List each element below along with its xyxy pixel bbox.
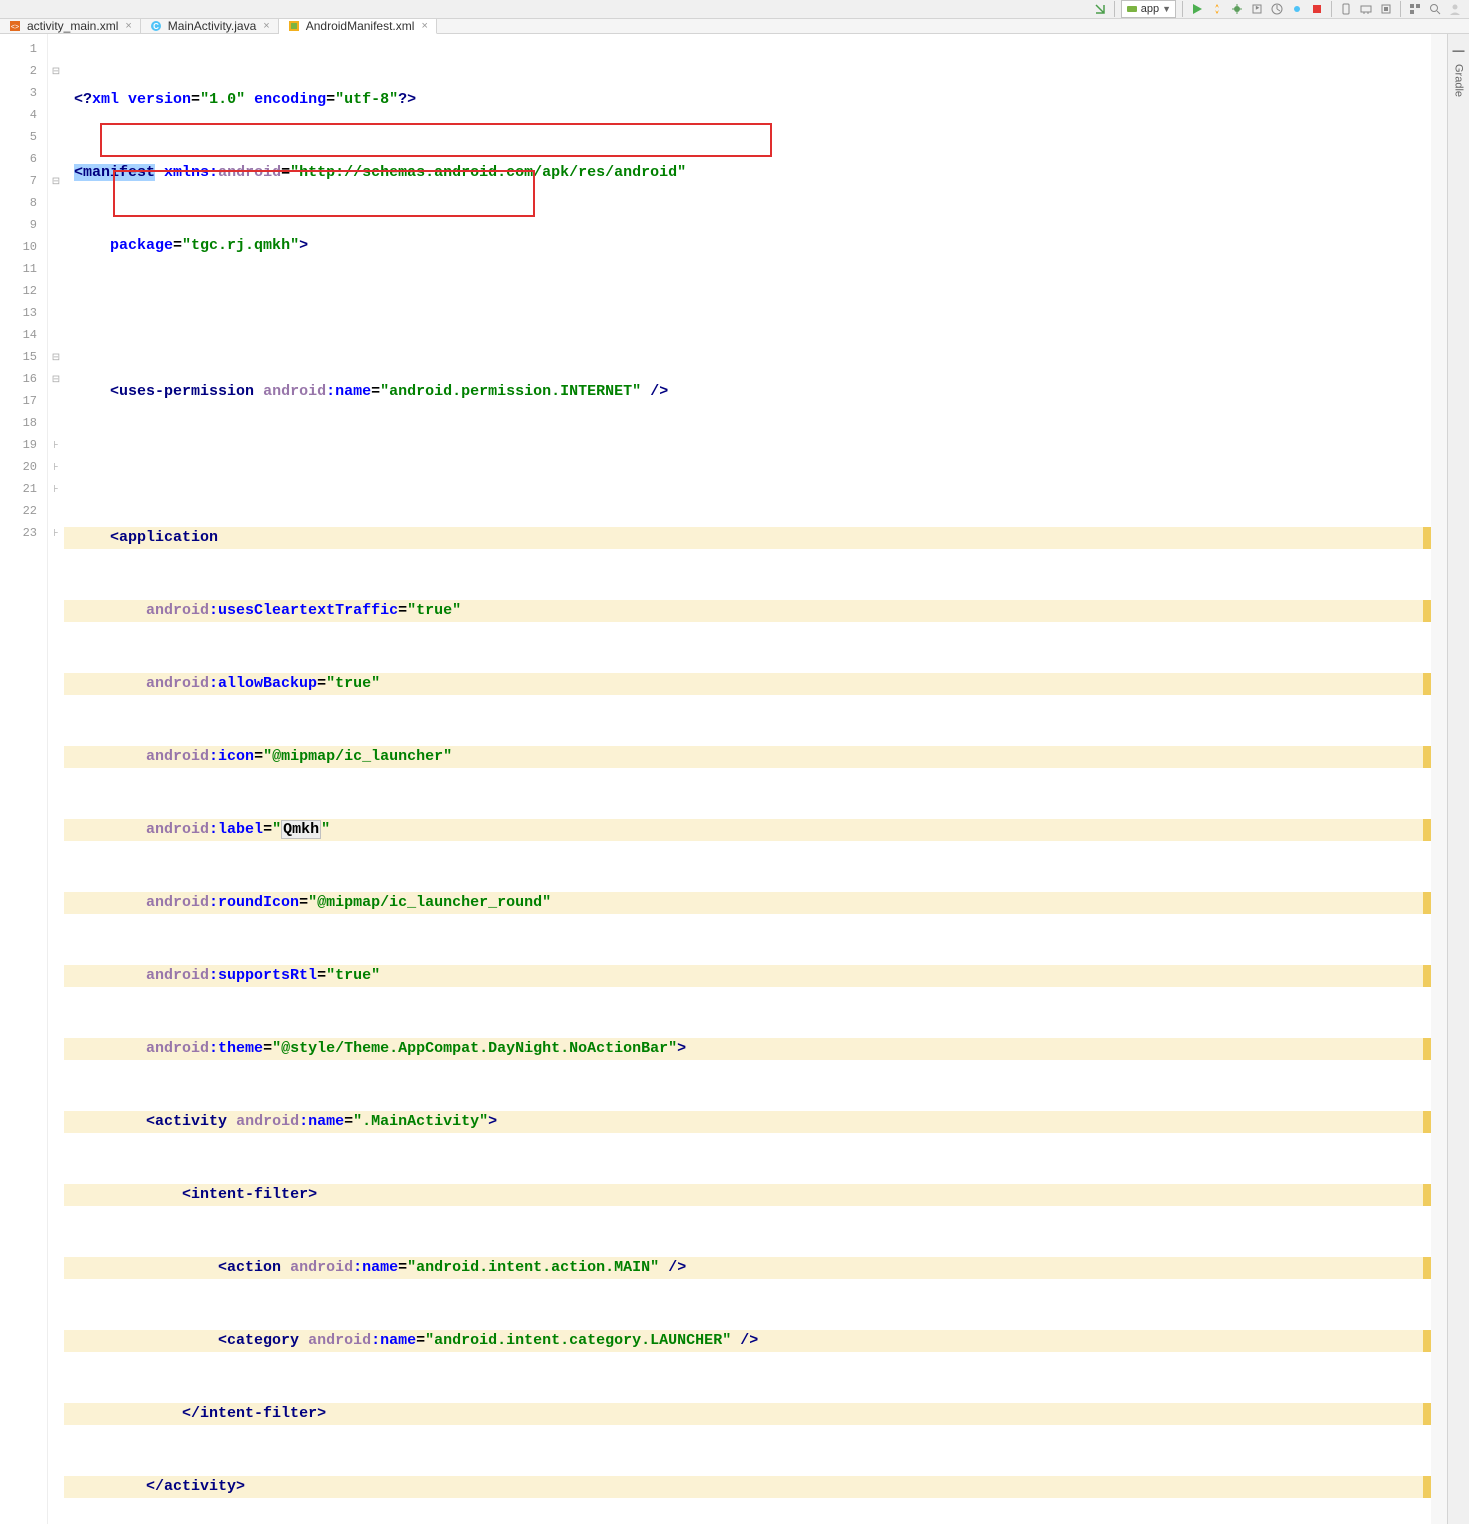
line-number: 23 xyxy=(0,522,47,544)
line-number: 22 xyxy=(0,500,47,522)
chevron-down-icon: ▼ xyxy=(1162,4,1171,14)
sync-icon[interactable] xyxy=(1092,1,1108,17)
apply-changes-icon[interactable] xyxy=(1209,1,1225,17)
fold-gutter: ⊟ ⊟ ⊟ ⊟ ⊦ ⊦ ⊦ ⊦ xyxy=(48,34,64,1524)
run-icon[interactable] xyxy=(1189,1,1205,17)
user-icon[interactable] xyxy=(1447,1,1463,17)
line-number: 2 xyxy=(0,60,47,82)
editor-minimap[interactable] xyxy=(1431,34,1447,1524)
java-file-icon: C xyxy=(149,19,163,33)
code-line: <intent-filter> xyxy=(64,1184,1431,1206)
debug-icon[interactable] xyxy=(1229,1,1245,17)
profile-icon[interactable] xyxy=(1269,1,1285,17)
code-line xyxy=(64,454,1431,476)
code-line: <manifest xmlns:android="http://schemas.… xyxy=(64,162,1431,184)
line-number: 18 xyxy=(0,412,47,434)
code-line: android:usesCleartextTraffic="true" xyxy=(64,600,1431,622)
fold-handle[interactable]: ⊟ xyxy=(48,60,64,82)
line-number: 5 xyxy=(0,126,47,148)
tab-activity-main-xml[interactable]: <> activity_main.xml × xyxy=(0,19,141,33)
close-icon[interactable]: × xyxy=(125,20,131,32)
code-line: <uses-permission android:name="android.p… xyxy=(64,381,1431,403)
line-number: 1 xyxy=(0,38,47,60)
code-line: <activity android:name=".MainActivity"> xyxy=(64,1111,1431,1133)
editor-area: 1 2 3 4 5 6 7 8 9 10 11 12 13 14 15 16 1… xyxy=(0,34,1469,1524)
line-number-gutter: 1 2 3 4 5 6 7 8 9 10 11 12 13 14 15 16 1… xyxy=(0,34,48,1524)
code-line: android:supportsRtl="true" xyxy=(64,965,1431,987)
annotation-box xyxy=(100,123,772,157)
fold-handle[interactable]: ⊟ xyxy=(48,346,64,368)
line-number: 4 xyxy=(0,104,47,126)
code-line: </intent-filter> xyxy=(64,1403,1431,1425)
stop-icon[interactable] xyxy=(1309,1,1325,17)
attach-debugger-icon[interactable] xyxy=(1289,1,1305,17)
code-line: </activity> xyxy=(64,1476,1431,1498)
line-number: 15 xyxy=(0,346,47,368)
code-line: <category android:name="android.intent.c… xyxy=(64,1330,1431,1352)
svg-text:<>: <> xyxy=(11,24,19,31)
gradle-tool-tab[interactable]: Gradle xyxy=(1451,58,1467,103)
line-number: 9 xyxy=(0,214,47,236)
separator xyxy=(1114,1,1115,17)
line-number: 11 xyxy=(0,258,47,280)
tab-mainactivity-java[interactable]: C MainActivity.java × xyxy=(141,19,279,33)
code-line: android:icon="@mipmap/ic_launcher" xyxy=(64,746,1431,768)
right-tool-strip: — Gradle xyxy=(1447,34,1469,1524)
sdk-manager-icon[interactable] xyxy=(1358,1,1374,17)
line-number: 17 xyxy=(0,390,47,412)
code-line: package="tgc.rj.qmkh"> xyxy=(64,235,1431,257)
close-icon[interactable]: × xyxy=(421,20,427,32)
svg-text:C: C xyxy=(153,22,159,31)
editor-tab-bar: <> activity_main.xml × C MainActivity.ja… xyxy=(0,19,1469,34)
close-icon[interactable]: × xyxy=(263,20,269,32)
line-number: 14 xyxy=(0,324,47,346)
avd-manager-icon[interactable] xyxy=(1338,1,1354,17)
code-line xyxy=(64,308,1431,330)
manifest-file-icon xyxy=(287,19,301,33)
line-number: 6 xyxy=(0,148,47,170)
separator xyxy=(1400,1,1401,17)
run-config-dropdown[interactable]: app ▼ xyxy=(1121,0,1176,18)
line-number: 13 xyxy=(0,302,47,324)
tab-androidmanifest-xml[interactable]: AndroidManifest.xml × xyxy=(279,19,437,34)
tab-label: MainActivity.java xyxy=(168,19,256,33)
code-line: <action android:name="android.intent.act… xyxy=(64,1257,1431,1279)
code-line: android:allowBackup="true" xyxy=(64,673,1431,695)
line-number: 10 xyxy=(0,236,47,258)
code-line: android:theme="@style/Theme.AppCompat.Da… xyxy=(64,1038,1431,1060)
line-number: 19 xyxy=(0,434,47,456)
code-line: <?xml version="1.0" encoding="utf-8"?> xyxy=(64,89,1431,111)
tab-label: activity_main.xml xyxy=(27,19,118,33)
line-number: 20 xyxy=(0,456,47,478)
search-icon[interactable] xyxy=(1427,1,1443,17)
run-config-label: app xyxy=(1141,3,1159,15)
line-number: 8 xyxy=(0,192,47,214)
hide-icon[interactable]: — xyxy=(1451,42,1467,58)
line-number: 7 xyxy=(0,170,47,192)
project-structure-icon[interactable] xyxy=(1407,1,1423,17)
code-line: android:roundIcon="@mipmap/ic_launcher_r… xyxy=(64,892,1431,914)
line-number: 21 xyxy=(0,478,47,500)
line-number: 12 xyxy=(0,280,47,302)
xml-file-icon: <> xyxy=(8,19,22,33)
code-editor[interactable]: <?xml version="1.0" encoding="utf-8"?> <… xyxy=(64,34,1431,1524)
line-number: 16 xyxy=(0,368,47,390)
code-line: <application xyxy=(64,527,1431,549)
separator xyxy=(1331,1,1332,17)
tab-label: AndroidManifest.xml xyxy=(306,19,415,33)
code-line: android:label="Qmkh" xyxy=(64,819,1431,841)
fold-handle[interactable]: ⊟ xyxy=(48,170,64,192)
layout-inspector-icon[interactable] xyxy=(1378,1,1394,17)
main-toolbar: app ▼ xyxy=(0,0,1469,19)
fold-handle[interactable]: ⊟ xyxy=(48,368,64,390)
line-number: 3 xyxy=(0,82,47,104)
coverage-icon[interactable] xyxy=(1249,1,1265,17)
separator xyxy=(1182,1,1183,17)
